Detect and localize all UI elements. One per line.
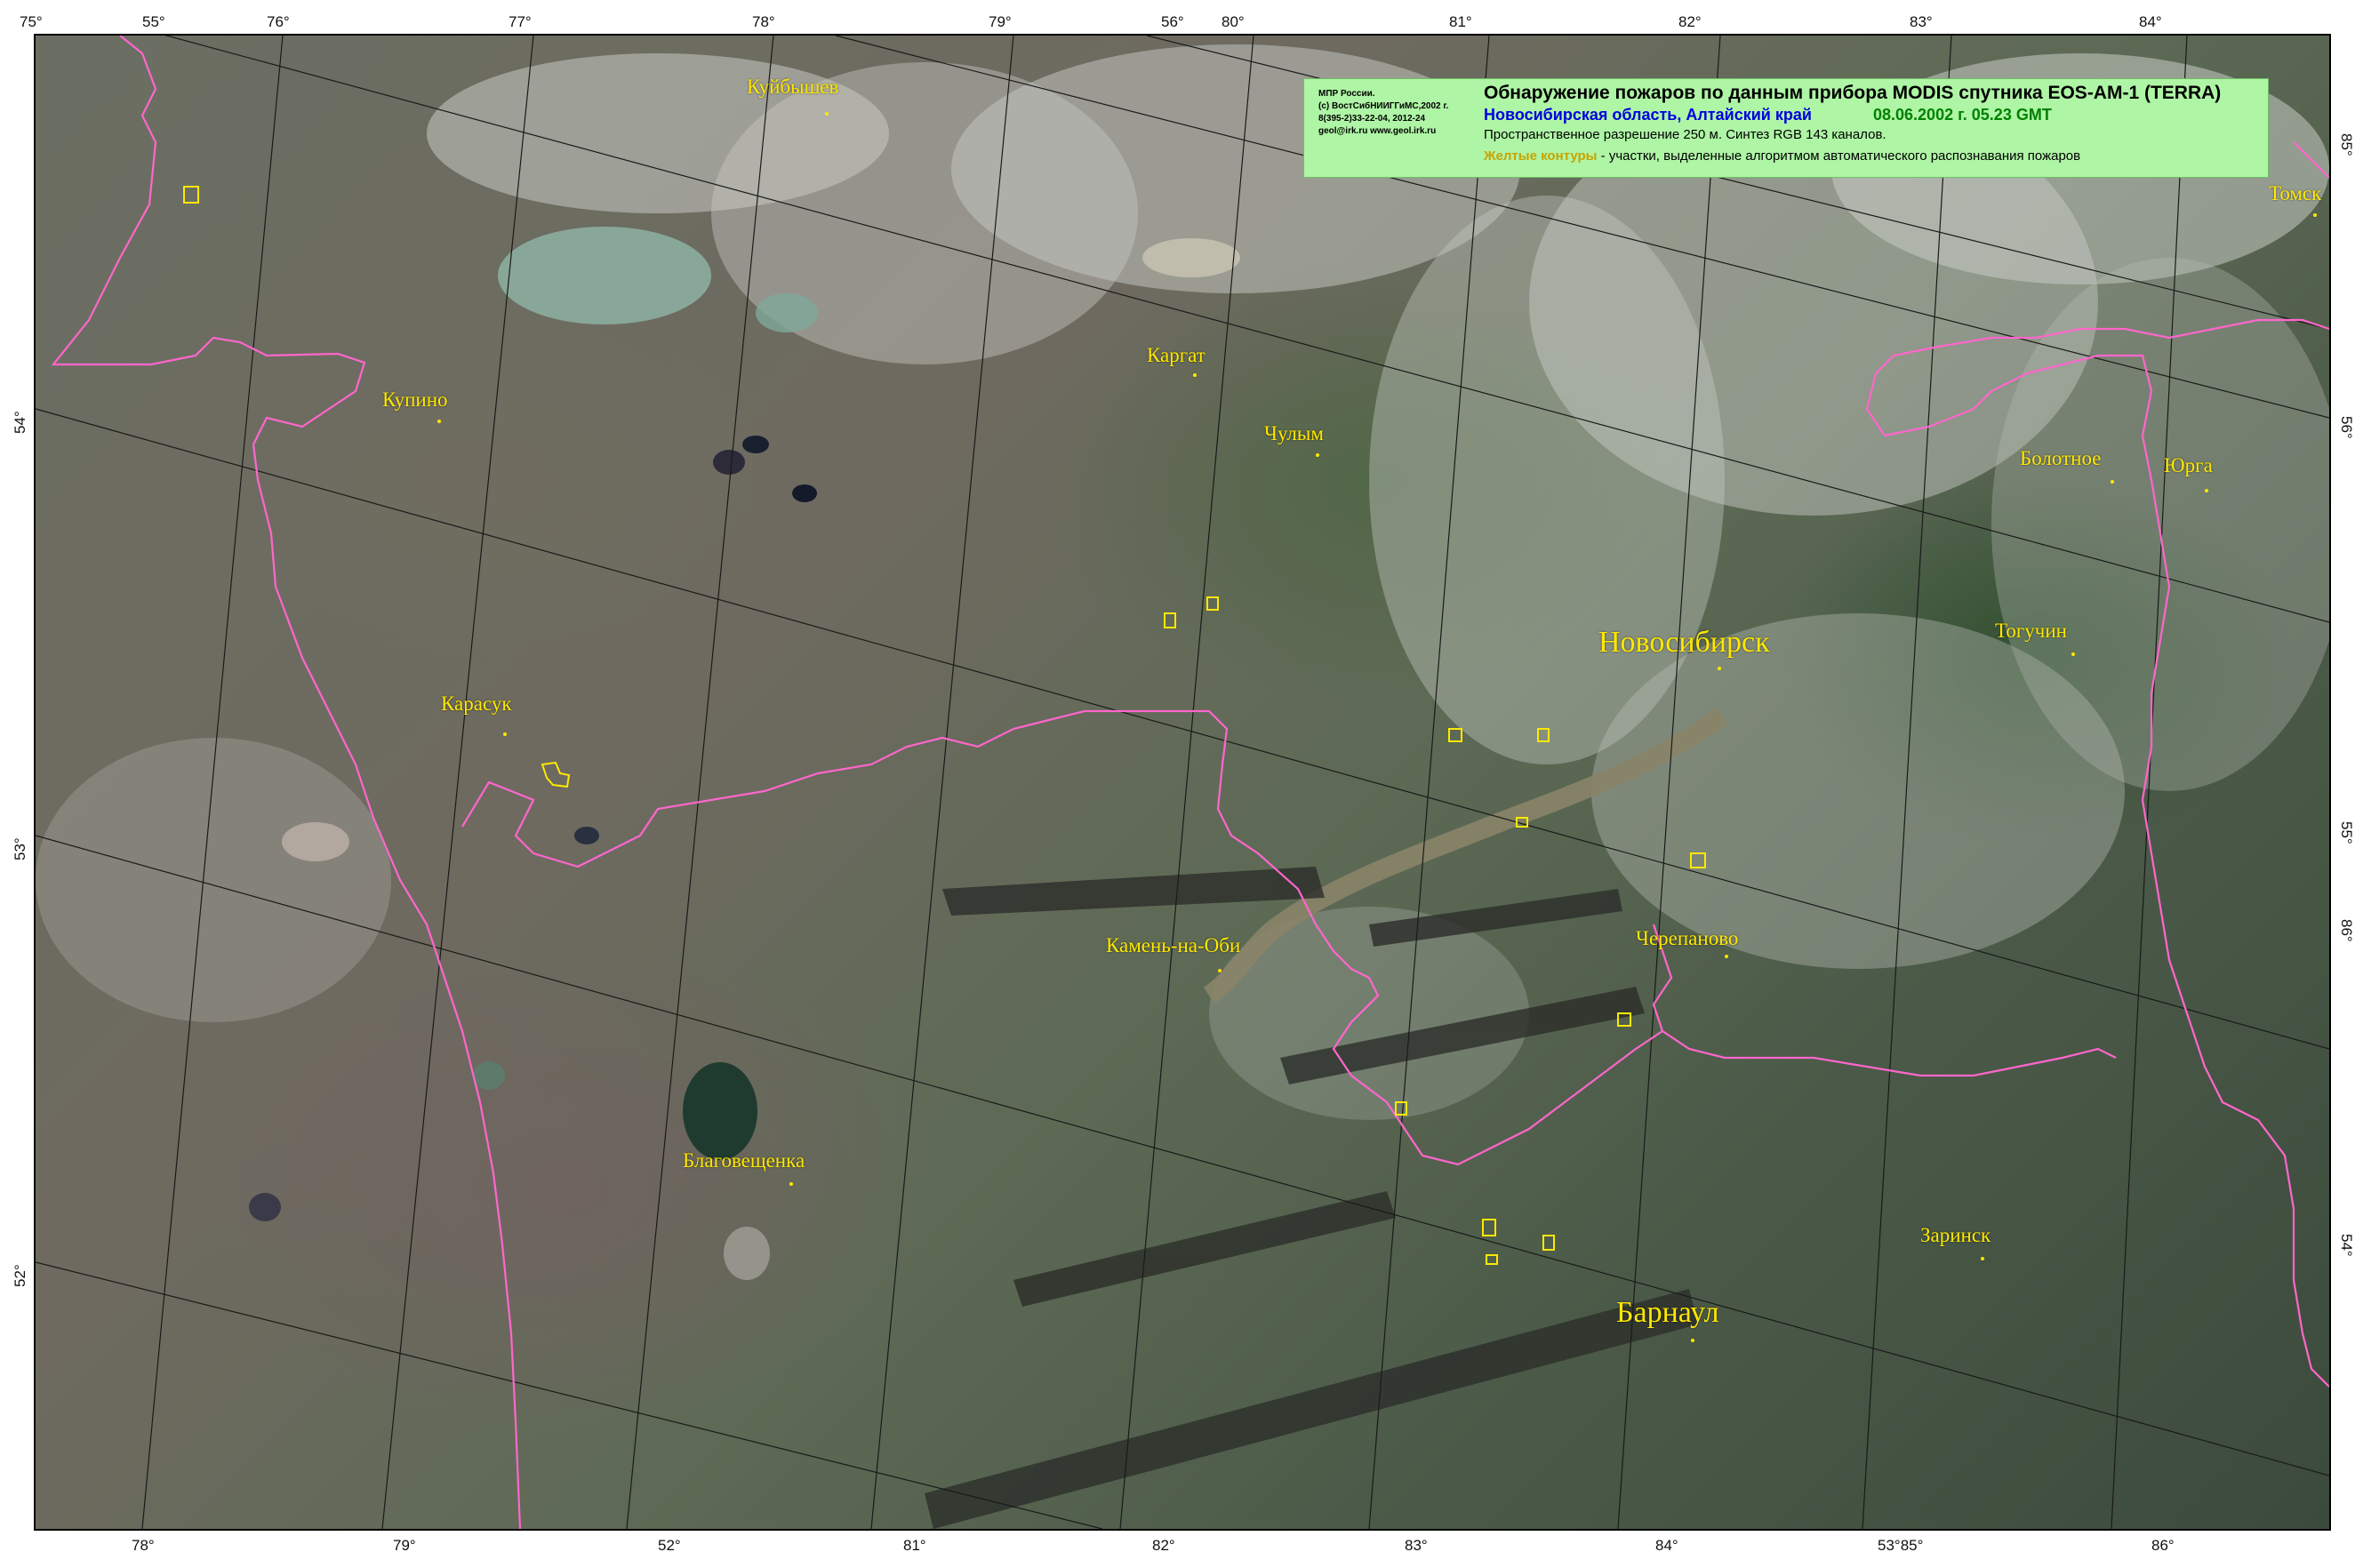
tick-top: 79° (989, 13, 1012, 30)
city-cherepanovo: Черепаново (1636, 927, 1739, 949)
tick-top: 80° (1222, 13, 1245, 30)
tick-top: 82° (1678, 13, 1702, 30)
city-kamen: Камень-на-Оби (1106, 934, 1241, 956)
tick-bottom: 81° (903, 1537, 926, 1554)
org-line: geol@irk.ru www.geol.irk.ru (1318, 126, 1437, 136)
organization-info: МПР России. (с) ВостСибНИИГГиМС,2002 г. … (1318, 88, 1448, 138)
legend-note-rest: участки, выделенные алгоритмом автоматич… (1608, 148, 2081, 164)
map-legend: МПР России. (с) ВостСибНИИГГиМС,2002 г. … (1303, 78, 2269, 178)
city-toguchin: Тогучин (1995, 620, 2067, 642)
tick-top: 76° (267, 13, 290, 30)
tick-top: 83° (1910, 13, 1933, 30)
city-dot (1218, 969, 1222, 972)
city-bolotnoe: Болотное (2020, 447, 2102, 469)
tick-bottom: 82° (1152, 1537, 1175, 1554)
org-line: МПР России. (1318, 89, 1375, 99)
tick-right: 54° (2338, 1234, 2355, 1257)
org-line: (с) ВостСибНИИГГиМС,2002 г. (1318, 101, 1449, 111)
city-dot (503, 732, 507, 736)
legend-resolution: Пространственное разрешение 250 м. Синте… (1484, 127, 1886, 142)
city-barnaul: Барнаул (1616, 1296, 1719, 1329)
legend-region: Новосибирская область, Алтайский край (1484, 106, 1812, 124)
legend-note-colored: Желтые контуры (1484, 148, 1598, 164)
tick-top: 77° (509, 13, 532, 30)
city-dot (825, 112, 829, 116)
legend-date: 08.06.2002 г. 05.23 GMT (1873, 106, 2052, 124)
tick-left: 52° (12, 1264, 28, 1287)
tick-bottom: 53°85° (1878, 1537, 1924, 1554)
satellite-map[interactable]: Куйбышев Каргат Купино Чулым Томск Болот… (34, 34, 2331, 1531)
city-dot (437, 420, 441, 423)
city-dot (1316, 453, 1319, 457)
city-dot (1193, 373, 1197, 377)
tick-bottom: 52° (658, 1537, 681, 1554)
cloud-cover (36, 44, 2329, 1120)
tick-top: 81° (1449, 13, 1472, 30)
city-dot (1691, 1339, 1694, 1342)
city-dot (1725, 955, 1728, 958)
city-dot (1981, 1257, 1984, 1260)
city-chulym: Чулым (1264, 422, 1324, 444)
city-dot (2205, 489, 2208, 492)
lakes (249, 227, 1240, 1280)
tick-right: 55° (2338, 821, 2355, 844)
tick-bottom: 83° (1405, 1537, 1428, 1554)
org-line: 8(395-2)33-22-04, 2012-24 (1318, 114, 1426, 124)
city-novosibirsk: Новосибирск (1598, 626, 1770, 659)
tick-bottom: 79° (393, 1537, 416, 1554)
map-overlay (36, 36, 2329, 1529)
tick-top: 55° (142, 13, 165, 30)
tick-bottom: 86° (2151, 1537, 2175, 1554)
tick-right: 85° (2338, 133, 2355, 156)
legend-note: Желтые контуры - участки, выделенные алг… (1484, 148, 2080, 164)
city-dot (789, 1182, 793, 1186)
tick-bottom: 78° (132, 1537, 155, 1554)
city-tomsk: Томск (2269, 182, 2322, 204)
city-blagoveshchenka: Благовещенка (683, 1149, 805, 1172)
tick-right: 86° (2338, 919, 2355, 942)
city-dot (2111, 480, 2114, 484)
legend-note-dash: - (1597, 148, 1609, 164)
tick-top: 75° (20, 13, 43, 30)
city-dot (2313, 213, 2317, 217)
city-kupino: Купино (382, 388, 448, 411)
tick-right: 56° (2338, 416, 2355, 439)
city-dot (2071, 652, 2075, 656)
legend-title: Обнаружение пожаров по данным прибора MO… (1484, 83, 2222, 103)
tick-bottom: 84° (1655, 1537, 1678, 1554)
city-dot (1718, 667, 1721, 670)
city-kargat: Каргат (1147, 344, 1206, 366)
city-kuybyshev: Куйбышев (747, 76, 839, 98)
tick-top: 56° (1161, 13, 1184, 30)
tick-left: 53° (12, 837, 28, 860)
tick-left: 54° (12, 411, 28, 434)
city-yurga: Юрга (2164, 454, 2213, 476)
city-zarinsk: Заринск (1920, 1224, 1991, 1246)
tick-top: 78° (752, 13, 775, 30)
tick-top: 84° (2139, 13, 2162, 30)
city-karasuk: Карасук (441, 692, 512, 715)
